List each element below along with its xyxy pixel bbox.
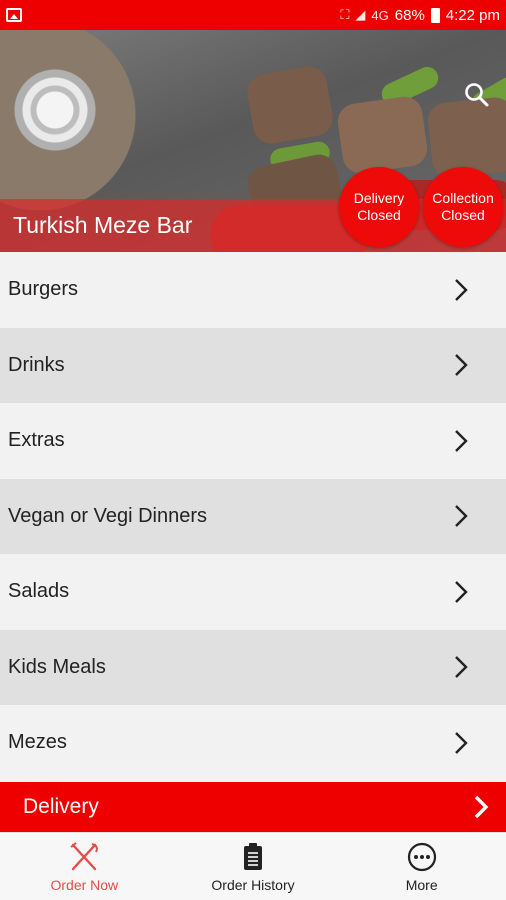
nav-order-now[interactable]: Order Now — [0, 833, 169, 900]
delivery-mode-label: Delivery — [23, 795, 99, 818]
category-item-vegan-or-vegi-dinners[interactable]: Vegan or Vegi Dinners — [0, 478, 506, 554]
category-item-drinks[interactable]: Drinks — [0, 327, 506, 403]
chevron-right-icon — [455, 354, 468, 377]
delivery-mode-bar[interactable]: Delivery — [0, 782, 506, 832]
battery-percent: 68% — [394, 6, 425, 24]
category-list: Burgers Drinks Extras Vegan or Vegi Dinn… — [0, 252, 506, 781]
category-label: Salads — [8, 580, 70, 603]
category-item-extras[interactable]: Extras — [0, 403, 506, 479]
nav-more[interactable]: More — [337, 833, 506, 900]
sync-icon: ⛶ — [340, 7, 350, 22]
collection-status-badge: Collection Closed — [423, 167, 503, 247]
status-bar: ⛶ ◢ 4G 68% 4:22 pm — [0, 0, 506, 30]
chevron-right-icon — [455, 278, 468, 301]
category-label: Burgers — [8, 278, 79, 301]
nav-order-history[interactable]: Order History — [169, 833, 338, 900]
collection-status-text: Collection Closed — [432, 190, 494, 223]
nav-label: Order Now — [50, 877, 119, 893]
clipboard-icon — [244, 843, 262, 870]
delivery-status-text: Delivery Closed — [353, 190, 405, 223]
status-right: ⛶ ◢ 4G 68% 4:22 pm — [340, 7, 500, 24]
signal-icon: ◢ — [355, 7, 366, 22]
bottom-nav: Order Now Order History More — [0, 832, 506, 900]
category-item-mezes[interactable]: Mezes — [0, 705, 506, 781]
kebab-decor — [335, 94, 430, 176]
more-icon — [407, 842, 436, 872]
image-notification-icon — [6, 8, 22, 22]
chevron-right-icon — [455, 505, 468, 528]
category-item-kids-meals[interactable]: Kids Meals — [0, 629, 506, 705]
chevron-right-icon — [455, 429, 468, 452]
category-label: Extras — [8, 429, 65, 452]
chevron-right-icon — [455, 580, 468, 603]
category-label: Vegan or Vegi Dinners — [8, 504, 208, 527]
chevron-right-icon — [455, 731, 468, 754]
nav-label: Order History — [211, 877, 295, 893]
restaurant-name: Turkish Meze Bar — [13, 212, 193, 238]
nav-label: More — [405, 877, 438, 893]
search-icon[interactable] — [462, 80, 492, 110]
category-label: Mezes — [8, 731, 67, 754]
fork-knife-icon — [70, 842, 99, 871]
chevron-right-icon — [455, 656, 468, 679]
battery-icon — [430, 7, 440, 23]
category-item-salads[interactable]: Salads — [0, 554, 506, 630]
network-type: 4G — [371, 7, 389, 23]
delivery-status-badge: Delivery Closed — [339, 167, 419, 247]
kebab-decor — [244, 63, 336, 147]
clock: 4:22 pm — [445, 6, 500, 24]
chevron-right-icon — [474, 795, 489, 819]
category-label: Kids Meals — [8, 655, 106, 678]
category-label: Drinks — [8, 353, 65, 376]
category-item-burgers[interactable]: Burgers — [0, 252, 506, 328]
